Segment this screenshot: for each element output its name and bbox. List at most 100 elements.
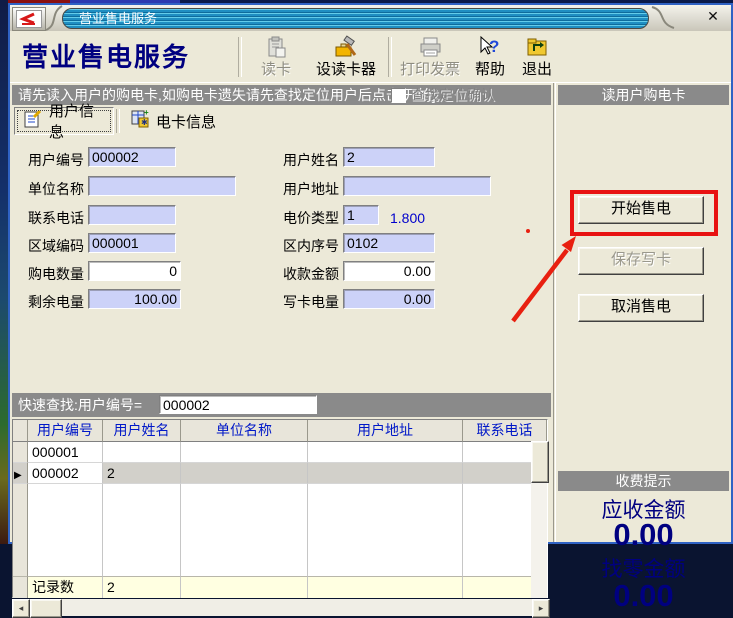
grid-footer-row: 记录数 2: [13, 576, 547, 598]
tab-user-info[interactable]: 用户信息: [14, 107, 114, 135]
hscroll-thumb[interactable]: [30, 599, 62, 618]
footer-cell: [308, 576, 463, 598]
card-power-label: 写卡电量: [277, 292, 339, 312]
tab-separator: [116, 109, 120, 133]
app-window: 营业售电服务 营业售电服务 读卡: [8, 3, 733, 544]
quick-search-label: 快速查找:用户编号=: [18, 395, 142, 415]
price-type-label: 电价类型: [277, 208, 339, 228]
read-card-icon: [248, 35, 304, 61]
titlebar-pill: 营业售电服务: [62, 8, 649, 29]
scroll-left-icon[interactable]: ◂: [12, 599, 30, 618]
col-user-no[interactable]: 用户编号: [28, 420, 103, 442]
cell-user-name[interactable]: 2: [103, 463, 181, 484]
phone-label: 联系电话: [22, 208, 84, 228]
footer-cell: [181, 576, 308, 598]
receivable-value: 0.00: [558, 517, 729, 553]
phone-field[interactable]: [88, 205, 176, 225]
quick-search-input[interactable]: [159, 395, 317, 414]
vscroll-thumb[interactable]: [531, 441, 549, 483]
cancel-sale-button[interactable]: 取消售电: [578, 294, 704, 322]
cell-user-name[interactable]: [103, 442, 181, 463]
desktop-background-left: [0, 0, 8, 544]
scroll-right-icon[interactable]: ▸: [532, 599, 550, 618]
card-power-field[interactable]: [343, 289, 435, 309]
toolbar-separator: [388, 37, 392, 77]
user-grid: 用户编号 用户姓名 单位名称 用户地址 联系电话 000001 000002 2: [12, 419, 548, 598]
tab-user-info-label: 用户信息: [49, 100, 105, 142]
title-bar: 营业售电服务: [10, 5, 731, 32]
recv-amount-label: 收款金额: [277, 264, 339, 284]
remain-power-field[interactable]: [88, 289, 181, 309]
user-info-icon: [23, 109, 43, 133]
buy-qty-field[interactable]: [88, 261, 181, 281]
locate-confirm-label: 查找定位确认: [411, 85, 495, 105]
close-icon[interactable]: [703, 8, 723, 26]
toolbar: 营业售电服务 读卡: [10, 31, 731, 84]
grid-filler-cell: [28, 484, 103, 576]
unit-name-field[interactable]: [88, 176, 236, 196]
table-row-selected[interactable]: 000002 2: [13, 463, 547, 484]
print-invoice-label: 打印发票: [394, 61, 466, 78]
user-name-field[interactable]: [343, 147, 435, 167]
table-row[interactable]: 000001: [13, 442, 547, 463]
cell-user-addr[interactable]: [308, 442, 463, 463]
user-name-label: 用户姓名: [277, 150, 339, 170]
exit-button[interactable]: 退出: [516, 35, 558, 81]
grid-vertical-scrollbar[interactable]: [531, 441, 547, 598]
grid-header-row: 用户编号 用户姓名 单位名称 用户地址 联系电话: [13, 420, 547, 442]
cell-user-addr[interactable]: [308, 463, 463, 484]
region-seq-label: 区内序号: [277, 236, 339, 256]
region-code-label: 区域编码: [22, 236, 84, 256]
user-addr-field[interactable]: [343, 176, 491, 196]
cell-unit-name[interactable]: [181, 442, 308, 463]
buy-qty-label: 购电数量: [22, 264, 84, 284]
toolbar-separator: [238, 37, 242, 77]
main-content: 请先读入用户的购电卡,如购电卡遗失请先查找定位用户后点击[开始]... 读用户购…: [10, 83, 731, 542]
titlebar-curve-right: [650, 5, 676, 31]
cell-unit-name[interactable]: [181, 463, 308, 484]
footer-indicator: [13, 576, 28, 598]
row-indicator: [13, 442, 28, 463]
help-label: 帮助: [469, 61, 511, 78]
user-no-label: 用户编号: [22, 150, 84, 170]
price-type-field[interactable]: [343, 205, 379, 225]
tab-card-info-label: 电卡信息: [156, 111, 216, 132]
set-reader-button[interactable]: 设读卡器: [310, 35, 382, 81]
read-card-button: 读卡: [248, 35, 304, 81]
grid-horizontal-scrollbar[interactable]: ◂ ▸: [12, 599, 548, 616]
app-logo-icon: [16, 10, 42, 28]
print-invoice-button: 打印发票: [394, 35, 466, 81]
col-phone[interactable]: 联系电话: [463, 420, 547, 442]
grid-filler-cell: [13, 484, 28, 576]
recv-amount-field[interactable]: [343, 261, 435, 281]
locate-confirm-checkbox[interactable]: [391, 88, 406, 103]
region-code-field[interactable]: [88, 233, 176, 253]
svg-text:✱: ✱: [141, 118, 148, 127]
tab-card-info[interactable]: ✱ + 电卡信息: [122, 107, 224, 135]
help-button[interactable]: ? 帮助: [469, 35, 511, 81]
exit-label: 退出: [516, 61, 558, 78]
col-user-name[interactable]: 用户姓名: [103, 420, 181, 442]
titlebar-curve-left: [44, 5, 64, 31]
card-info-icon: ✱ +: [130, 109, 150, 133]
col-unit-name[interactable]: 单位名称: [181, 420, 308, 442]
page-title: 营业售电服务: [22, 31, 190, 83]
exit-folder-icon: [516, 35, 558, 61]
cell-user-no[interactable]: 000002: [28, 463, 103, 484]
set-reader-icon: [310, 35, 382, 61]
grid-indicator-header: [13, 420, 28, 442]
system-menu-button[interactable]: [12, 7, 46, 31]
unit-name-label: 单位名称: [22, 179, 84, 199]
record-count-label: 记录数: [28, 576, 103, 598]
grid-filler-cell: [308, 484, 463, 576]
read-card-panel-header: 读用户购电卡: [558, 85, 729, 105]
region-seq-field[interactable]: [343, 233, 435, 253]
set-reader-label: 设读卡器: [310, 61, 382, 78]
col-user-addr[interactable]: 用户地址: [308, 420, 463, 442]
grid-filler-cell: [103, 484, 181, 576]
charge-panel-header: 收费提示: [558, 471, 729, 491]
record-count-value: 2: [103, 576, 181, 598]
user-no-field[interactable]: [88, 147, 176, 167]
cell-user-no[interactable]: 000001: [28, 442, 103, 463]
start-sale-button[interactable]: 开始售电: [578, 196, 704, 224]
